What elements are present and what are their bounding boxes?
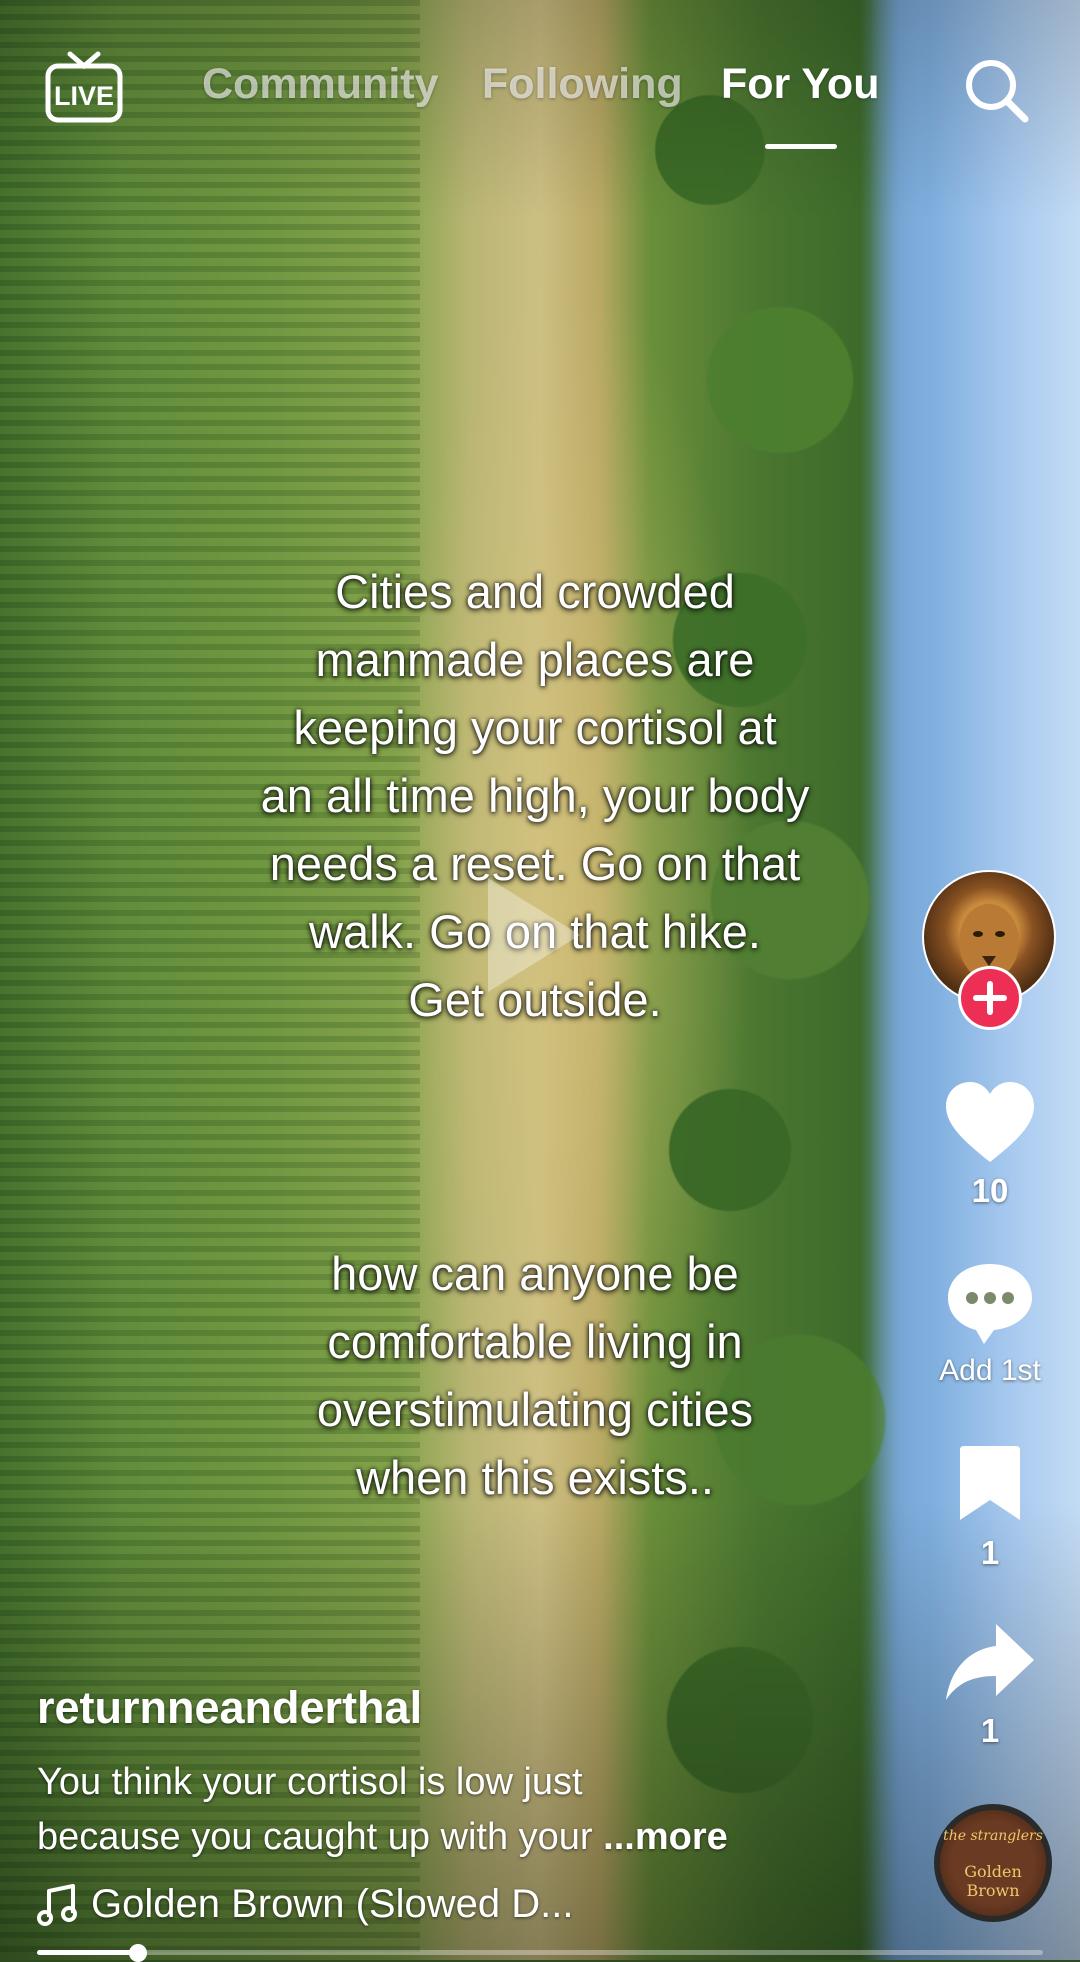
comment-button[interactable]	[942, 1258, 1038, 1354]
comment-label: Add 1st	[939, 1354, 1041, 1387]
tab-following[interactable]: Following	[482, 60, 683, 109]
overlay-line: keeping your cortisol at	[293, 701, 777, 754]
overlay-line: when this exists..	[356, 1451, 714, 1504]
more-button[interactable]: ...more	[603, 1816, 728, 1858]
creator-username[interactable]: returnneanderthal	[37, 1682, 422, 1734]
music-disc-button[interactable]: the stranglers Golden Brown	[934, 1804, 1052, 1922]
overlay-text-secondary: how can anyone be comfortable living in …	[170, 1240, 900, 1512]
disc-title-text: Golden Brown	[964, 1862, 1022, 1900]
overlay-line: how can anyone be	[331, 1247, 739, 1300]
disc-band-text: the stranglers	[943, 1828, 1043, 1844]
share-arrow-icon	[946, 1624, 1034, 1700]
save-button[interactable]	[950, 1444, 1030, 1540]
search-icon	[966, 60, 1029, 123]
tab-community[interactable]: Community	[202, 60, 439, 109]
music-title: Golden Brown (Slowed D...	[91, 1882, 574, 1926]
comment-icon	[948, 1264, 1032, 1344]
progress-knob[interactable]	[128, 1944, 147, 1962]
follow-plus-button[interactable]	[958, 966, 1022, 1030]
video-progress-bar[interactable]	[37, 1944, 1043, 1962]
play-icon	[488, 878, 580, 992]
caption-line: You think your cortisol is low just	[37, 1761, 583, 1803]
overlay-line: comfortable living in	[327, 1315, 743, 1368]
search-button[interactable]	[960, 54, 1032, 126]
share-button[interactable]	[942, 1620, 1038, 1716]
overlay-line: an all time high, your body	[260, 769, 810, 822]
caption-line-2: because you caught up with your ...more	[37, 1810, 857, 1865]
music-note-icon	[37, 1883, 77, 1926]
plus-icon	[973, 981, 1007, 1015]
overlay-line: Cities and crowded	[335, 565, 735, 618]
tab-for-you[interactable]: For You	[721, 60, 879, 109]
tv-icon: LIVE	[45, 51, 123, 123]
svg-text:LIVE: LIVE	[54, 81, 114, 111]
save-count: 1	[980, 1534, 1000, 1571]
overlay-line: manmade places are	[315, 633, 755, 686]
creator-avatar-button[interactable]	[922, 870, 1056, 1030]
share-count: 1	[980, 1712, 1000, 1749]
active-tab-indicator	[765, 144, 837, 149]
live-button[interactable]: LIVE	[44, 50, 124, 126]
heart-icon	[946, 1082, 1034, 1162]
caption-line-text: because you caught up with your	[37, 1816, 604, 1858]
like-count: 10	[971, 1172, 1009, 1209]
progress-fill	[37, 1950, 138, 1955]
like-button[interactable]	[942, 1078, 1038, 1174]
music-info[interactable]: Golden Brown (Slowed D...	[37, 1882, 573, 1927]
overlay-line: overstimulating cities	[316, 1383, 754, 1436]
bookmark-icon	[960, 1446, 1020, 1520]
post-caption[interactable]: You think your cortisol is low just beca…	[37, 1755, 857, 1865]
